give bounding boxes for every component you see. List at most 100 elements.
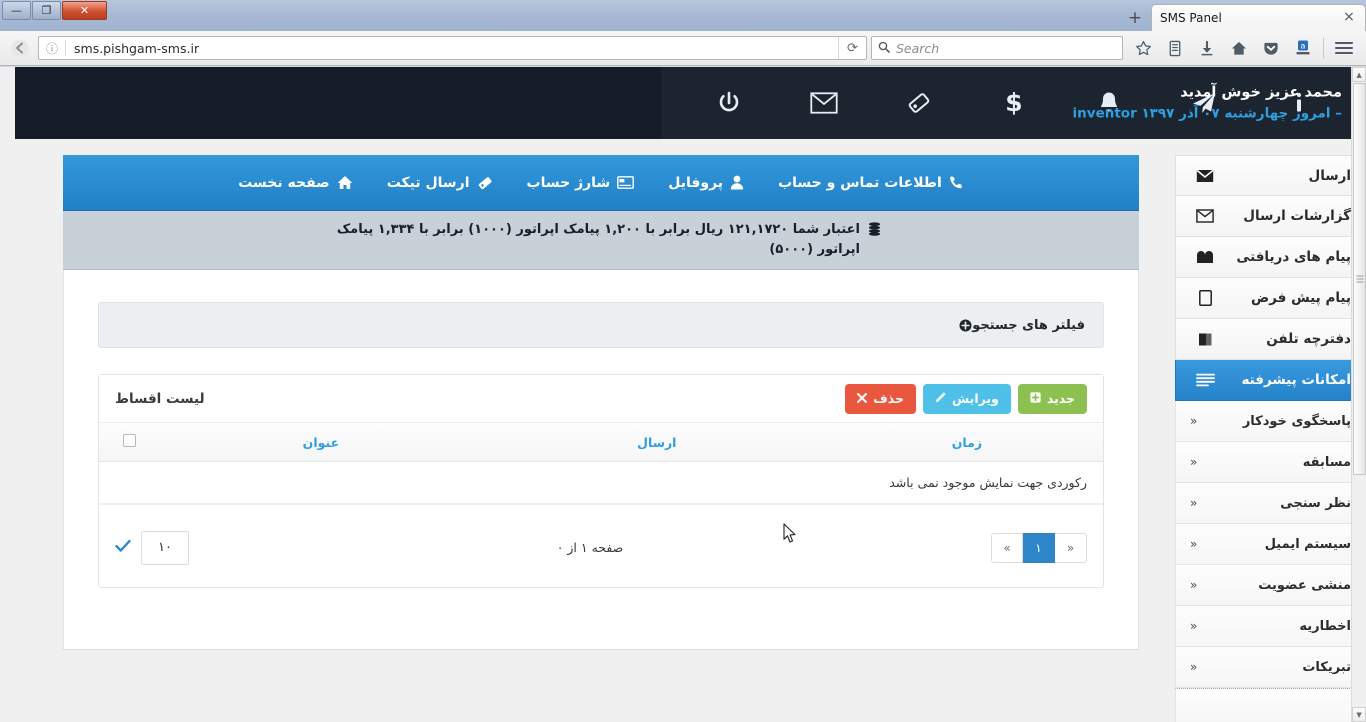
bookmark-star-icon[interactable]	[1127, 34, 1159, 62]
sidebar-subitem-autoresponder[interactable]: پاسخگوی خودکار «	[1175, 401, 1366, 442]
book-icon	[1192, 332, 1218, 347]
nav-item-home[interactable]: صفحه نخست	[221, 175, 369, 191]
sidebar-item-default-message[interactable]: پیام پیش فرض	[1175, 278, 1366, 319]
sidebar-item-inbox[interactable]: پیام های دریافتی	[1175, 237, 1366, 278]
table-header-time[interactable]: زمان	[830, 423, 1103, 462]
scrollbar-thumb[interactable]	[1353, 83, 1366, 475]
sidebar-subitem-warning[interactable]: اخطاریه «	[1175, 606, 1366, 647]
search-filters-label: فیلتر های جستجو	[972, 317, 1085, 333]
check-icon[interactable]	[115, 538, 131, 557]
table-toolbar: حذف ویرایش جدید لیست اقساط	[99, 375, 1103, 424]
sidebar-subitem-contest[interactable]: مسابقه «	[1175, 442, 1366, 483]
search-filters-toggle[interactable]: فیلتر های جستجو	[98, 302, 1104, 349]
scroll-up-arrow[interactable]: ▲	[1352, 67, 1366, 82]
sidebar-item-label: ارسال	[1308, 167, 1351, 184]
svg-text:$: $	[1005, 89, 1022, 117]
table-header-title[interactable]: عنوان	[159, 423, 483, 462]
sidebar-item-label: پیام پیش فرض	[1250, 290, 1351, 306]
pagination-row: « ۱ » صفحه ۱ از ۰	[99, 503, 1103, 587]
svg-text:a: a	[1301, 41, 1306, 50]
sidebar-item-label: گزارشات ارسال	[1243, 208, 1351, 224]
select-all-checkbox[interactable]	[122, 434, 136, 448]
scroll-down-arrow[interactable]: ▼	[1352, 707, 1366, 722]
reload-icon[interactable]: ⟳	[838, 37, 866, 59]
new-button-label: جدید	[1046, 391, 1075, 407]
welcome-subline: – امروز چهارشنبه ۰۷ آذر ۱۳۹۷ inventor	[1073, 104, 1342, 125]
search-input[interactable]: Search	[896, 41, 939, 56]
downloads-icon[interactable]	[1191, 34, 1223, 62]
browser-toolbar: ⓘ sms.pishgam-sms.ir ⟳ Search a	[0, 31, 1366, 66]
sidebar-item-reports[interactable]: گزارشات ارسال	[1175, 196, 1366, 237]
sidebar: ارسال گزارشات ارسال پیام های دریافتی پیا…	[1175, 155, 1366, 722]
back-icon[interactable]	[6, 34, 34, 62]
table-empty-row: رکوردی جهت نمایش موجود نمی باشد	[99, 461, 1103, 504]
sidebar-subitem-email-system[interactable]: سیستم ایمیل «	[1175, 524, 1366, 565]
delete-button[interactable]: حذف	[845, 383, 916, 414]
panel-body: فیلتر های جستجو حذف ویرایش جدید لیست اقس…	[63, 270, 1139, 651]
plus-circle-icon	[959, 319, 972, 332]
page-scrollbar[interactable]: ▲ ▼	[1351, 67, 1366, 722]
power-icon[interactable]	[681, 67, 776, 139]
toolbar-separator	[1323, 38, 1324, 58]
sidebar-subitem-poll[interactable]: نظر سنجی «	[1175, 483, 1366, 524]
addon-badge-icon[interactable]: a	[1287, 34, 1319, 62]
site-info-icon[interactable]: ⓘ	[39, 40, 65, 57]
chevron-left-icon: «	[1190, 496, 1198, 510]
coins-icon	[868, 222, 881, 243]
minimize-button[interactable]: —	[2, 1, 31, 20]
sidebar-item-phonebook[interactable]: دفترچه تلفن	[1175, 319, 1366, 360]
restore-button[interactable]: ❐	[32, 1, 61, 20]
close-button[interactable]: ✕	[62, 1, 107, 20]
chevron-left-icon: «	[1190, 619, 1198, 633]
search-bar[interactable]: Search	[871, 36, 1123, 60]
nav-item-label: ارسال تیکت	[386, 174, 470, 191]
sidebar-subitem-partial[interactable]	[1175, 688, 1366, 722]
pagination-page-1[interactable]: ۱	[1023, 532, 1055, 563]
pocket-icon[interactable]	[1255, 34, 1287, 62]
nav-item-send-ticket[interactable]: ارسال تیکت	[370, 175, 510, 191]
installments-table: زمان ارسال عنوان رکوردی جهت نمایش موجود …	[99, 423, 1103, 504]
envelope-icon[interactable]	[776, 67, 871, 139]
welcome-name: محمد عزیز خوش آمدید	[1180, 84, 1342, 101]
pagination-next[interactable]: »	[1055, 532, 1087, 563]
sidebar-item-ersal[interactable]: ارسال	[1175, 155, 1366, 196]
pagination-prev[interactable]: «	[991, 532, 1023, 563]
sidebar-subitem-congrats[interactable]: تبریکات «	[1175, 647, 1366, 688]
welcome-block: محمد عزیز خوش آمدید – امروز چهارشنبه ۰۷ …	[1073, 81, 1342, 124]
menu-hamburger-icon[interactable]	[1328, 34, 1360, 62]
new-tab-button[interactable]: +	[1121, 7, 1149, 31]
table-header-select-all[interactable]	[99, 423, 159, 462]
per-page-input[interactable]	[141, 530, 189, 565]
page-viewport: $ محمد عزیز خوش آمدید – امروز چهارشنبه ۰…	[0, 67, 1366, 722]
tab-close-icon[interactable]: ×	[1341, 10, 1357, 26]
table-header-send[interactable]: ارسال	[482, 423, 831, 462]
home-icon[interactable]	[1223, 34, 1255, 62]
search-icon	[872, 41, 896, 56]
app-topbar: $ محمد عزیز خوش آمدید – امروز چهارشنبه ۰…	[15, 67, 1366, 139]
ticket-tag-icon[interactable]	[871, 67, 966, 139]
scrollbar-grip	[1356, 275, 1363, 283]
pencil-icon	[935, 391, 946, 406]
content-panel: اطلاعات تماس و حساب پروفایل شارژ حساب ار…	[63, 155, 1139, 651]
envelope-outline-icon	[1192, 209, 1218, 223]
delete-button-label: حذف	[873, 391, 904, 407]
nav-item-charge-account[interactable]: شارژ حساب	[510, 175, 652, 191]
nav-item-label: شارژ حساب	[526, 174, 611, 191]
dollar-icon[interactable]: $	[966, 67, 1061, 139]
edit-button[interactable]: ویرایش	[922, 383, 1011, 414]
browser-titlebar: SMS Panel × + — ❐ ✕	[0, 0, 1366, 31]
library-icon[interactable]	[1159, 34, 1191, 62]
sidebar-subitem-label: نظر سنجی	[1280, 495, 1351, 511]
url-text[interactable]: sms.pishgam-sms.ir	[66, 41, 838, 56]
url-bar[interactable]: ⓘ sms.pishgam-sms.ir ⟳	[38, 36, 867, 60]
new-button[interactable]: جدید	[1017, 383, 1087, 414]
sidebar-subitem-membership[interactable]: منشی عضویت «	[1175, 565, 1366, 606]
nav-item-contact-info[interactable]: اطلاعات تماس و حساب	[761, 175, 981, 191]
chevron-left-icon: «	[1190, 414, 1198, 428]
nav-item-profile[interactable]: پروفایل	[651, 175, 761, 191]
browser-tab[interactable]: SMS Panel ×	[1151, 4, 1366, 31]
sidebar-item-advanced[interactable]: امکانات پیشرفته	[1175, 360, 1366, 401]
nav-item-label: پروفایل	[668, 174, 724, 191]
envelope-filled-icon	[1192, 169, 1218, 183]
pagination-info: صفحه ۱ از ۰	[556, 540, 624, 556]
